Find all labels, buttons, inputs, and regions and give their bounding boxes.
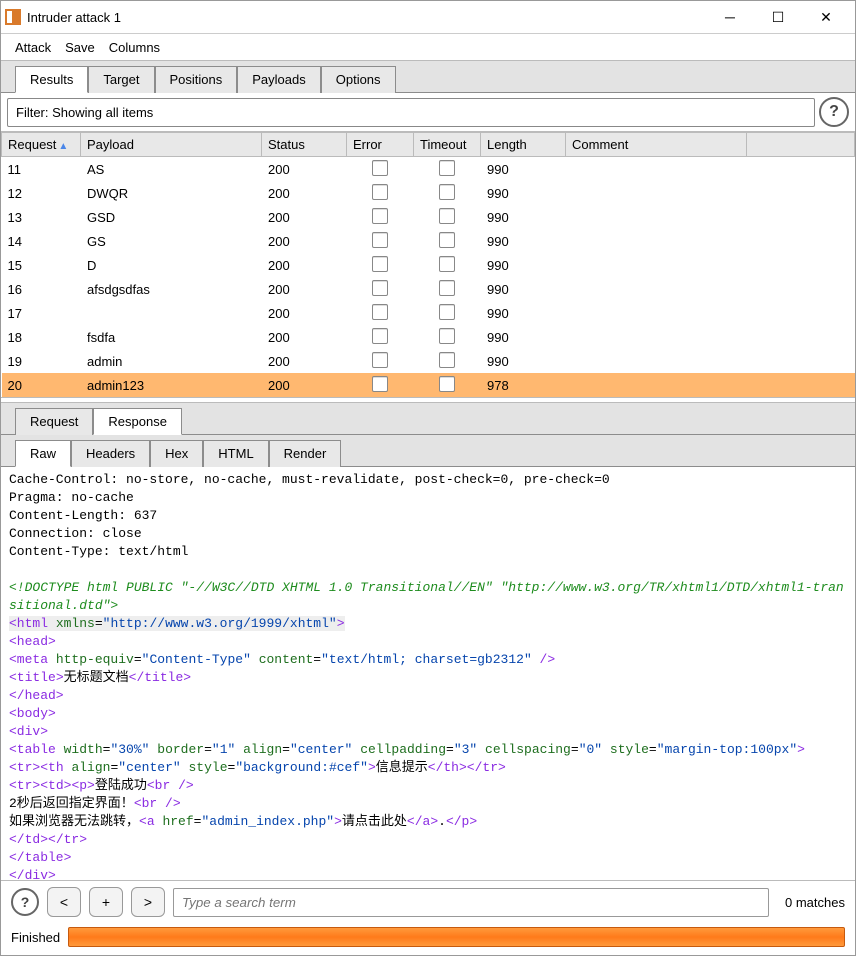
tab-options[interactable]: Options xyxy=(321,66,396,93)
add-button[interactable]: + xyxy=(89,887,123,917)
tab-response[interactable]: Response xyxy=(93,408,182,435)
timeout-checkbox[interactable] xyxy=(439,280,455,296)
subtab-raw[interactable]: Raw xyxy=(15,440,71,467)
subtab-headers[interactable]: Headers xyxy=(71,440,150,467)
error-checkbox[interactable] xyxy=(372,232,388,248)
status-label: Finished xyxy=(11,930,60,945)
tab-payloads[interactable]: Payloads xyxy=(237,66,320,93)
col-status[interactable]: Status xyxy=(262,133,347,157)
table-row[interactable]: 19admin200990 xyxy=(2,349,855,373)
error-checkbox[interactable] xyxy=(372,328,388,344)
timeout-checkbox[interactable] xyxy=(439,376,455,392)
col-payload[interactable]: Payload xyxy=(81,133,262,157)
menu-columns[interactable]: Columns xyxy=(109,40,160,55)
error-checkbox[interactable] xyxy=(372,376,388,392)
req-resp-tabs: Request Response xyxy=(1,402,855,435)
table-row[interactable]: 16afsdgsdfas200990 xyxy=(2,277,855,301)
matches-count: 0 matches xyxy=(777,895,845,910)
filter-bar[interactable]: Filter: Showing all items xyxy=(7,98,815,127)
subtab-hex[interactable]: Hex xyxy=(150,440,203,467)
col-timeout[interactable]: Timeout xyxy=(414,133,481,157)
tab-target[interactable]: Target xyxy=(88,66,154,93)
table-row[interactable]: 14GS200990 xyxy=(2,229,855,253)
app-icon xyxy=(5,9,21,25)
results-table: Request▲ Payload Status Error Timeout Le… xyxy=(1,131,855,398)
progress-bar xyxy=(68,927,845,947)
timeout-checkbox[interactable] xyxy=(439,352,455,368)
error-checkbox[interactable] xyxy=(372,208,388,224)
timeout-checkbox[interactable] xyxy=(439,328,455,344)
table-row[interactable]: 18fsdfa200990 xyxy=(2,325,855,349)
col-length[interactable]: Length xyxy=(481,133,566,157)
table-row[interactable]: 12DWQR200990 xyxy=(2,181,855,205)
error-checkbox[interactable] xyxy=(372,352,388,368)
help-icon[interactable]: ? xyxy=(11,888,39,916)
prev-match-button[interactable]: < xyxy=(47,887,81,917)
tab-results[interactable]: Results xyxy=(15,66,88,93)
minimize-button[interactable]: ─ xyxy=(715,9,745,26)
statusbar: Finished xyxy=(1,923,855,955)
response-subtabs: RawHeadersHexHTMLRender xyxy=(1,435,855,467)
col-error[interactable]: Error xyxy=(347,133,414,157)
error-checkbox[interactable] xyxy=(372,304,388,320)
help-icon[interactable]: ? xyxy=(819,97,849,127)
tab-request[interactable]: Request xyxy=(15,408,93,435)
error-checkbox[interactable] xyxy=(372,184,388,200)
search-input[interactable] xyxy=(173,888,769,917)
main-tabs: ResultsTargetPositionsPayloadsOptions xyxy=(1,61,855,93)
table-row[interactable]: 17200990 xyxy=(2,301,855,325)
menu-save[interactable]: Save xyxy=(65,40,95,55)
menubar: Attack Save Columns xyxy=(1,34,855,61)
col-comment[interactable]: Comment xyxy=(566,133,747,157)
table-row[interactable]: 11AS200990 xyxy=(2,157,855,182)
timeout-checkbox[interactable] xyxy=(439,304,455,320)
timeout-checkbox[interactable] xyxy=(439,160,455,176)
search-bar: ? < + > 0 matches xyxy=(1,880,855,923)
col-request[interactable]: Request▲ xyxy=(2,133,81,157)
timeout-checkbox[interactable] xyxy=(439,232,455,248)
timeout-checkbox[interactable] xyxy=(439,208,455,224)
error-checkbox[interactable] xyxy=(372,280,388,296)
timeout-checkbox[interactable] xyxy=(439,256,455,272)
menu-attack[interactable]: Attack xyxy=(15,40,51,55)
col-spacer xyxy=(747,133,855,157)
response-raw-pane[interactable]: Cache-Control: no-store, no-cache, must-… xyxy=(1,467,855,880)
window-title: Intruder attack 1 xyxy=(21,10,715,25)
table-row[interactable]: 20admin123200978 xyxy=(2,373,855,397)
error-checkbox[interactable] xyxy=(372,256,388,272)
table-row[interactable]: 13GSD200990 xyxy=(2,205,855,229)
timeout-checkbox[interactable] xyxy=(439,184,455,200)
tab-positions[interactable]: Positions xyxy=(155,66,238,93)
subtab-html[interactable]: HTML xyxy=(203,440,268,467)
close-button[interactable]: ✕ xyxy=(811,9,841,26)
sort-asc-icon: ▲ xyxy=(58,141,68,152)
subtab-render[interactable]: Render xyxy=(269,440,342,467)
table-row[interactable]: 15D200990 xyxy=(2,253,855,277)
titlebar: Intruder attack 1 ─ ☐ ✕ xyxy=(1,1,855,34)
next-match-button[interactable]: > xyxy=(131,887,165,917)
error-checkbox[interactable] xyxy=(372,160,388,176)
maximize-button[interactable]: ☐ xyxy=(763,9,793,26)
